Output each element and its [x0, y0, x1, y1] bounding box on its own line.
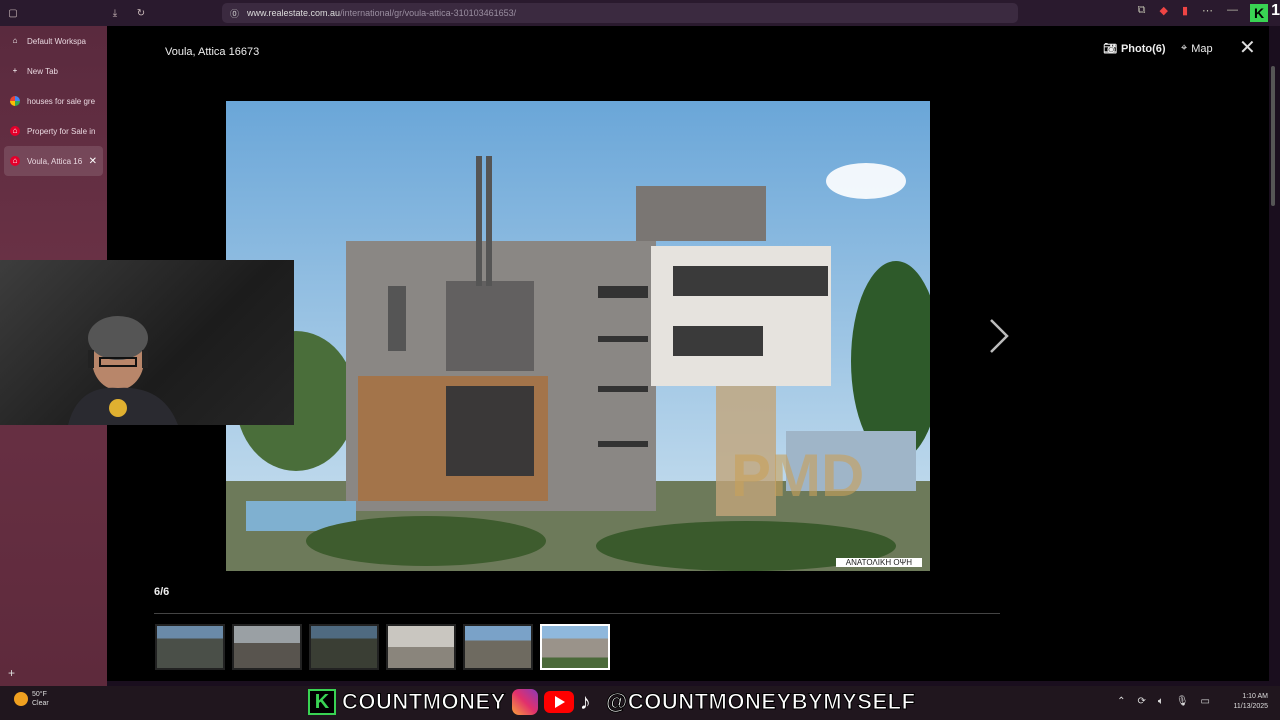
- sidebar-item-voula[interactable]: ⌂ Voula, Attica 16 ✕: [4, 146, 103, 176]
- webcam-overlay: [0, 260, 294, 425]
- realestate-icon: ⌂: [10, 126, 20, 136]
- map-tab-button[interactable]: ⌖ Map: [1181, 42, 1213, 55]
- sidebar-item-label: Property for Sale in: [27, 126, 96, 136]
- sidebar-item-workspace[interactable]: ⌂ Default Workspa: [0, 26, 107, 56]
- system-clock[interactable]: 1:10 AM 11/13/2025: [1233, 692, 1268, 712]
- extensions-icon[interactable]: ⧉: [1138, 4, 1146, 17]
- profile-icon[interactable]: ▮: [1182, 4, 1188, 17]
- sync-icon[interactable]: ⟳: [1137, 696, 1145, 707]
- plus-icon: +: [12, 66, 18, 75]
- instagram-icon: [511, 689, 538, 715]
- close-icon[interactable]: ✕: [1239, 38, 1256, 58]
- thumbnail-strip: [155, 624, 610, 670]
- realestate-icon: ⌂: [10, 156, 20, 166]
- workspace-icon: ⌂: [12, 36, 18, 45]
- url-path: /international/gr/voula-attica-310103461…: [340, 8, 517, 18]
- camera-icon: 📷︎: [1103, 43, 1117, 55]
- thumbnail[interactable]: [463, 624, 533, 670]
- system-tray: ⌃ ⟳ 🔈︎ 🎙︎ ▭: [1117, 696, 1210, 707]
- photo-counter: 6/6: [154, 586, 170, 598]
- sidebar-item-label: Voula, Attica 16: [27, 156, 83, 166]
- tiktok-icon: ♪: [579, 689, 591, 714]
- sidebar-toggle-icon[interactable]: ▢: [0, 8, 26, 19]
- brand-logo: K: [1250, 4, 1268, 22]
- site-info-icon[interactable]: ⓪: [230, 7, 239, 20]
- sidebar-item-label: houses for sale gre: [27, 96, 96, 106]
- scrollbar[interactable]: [1271, 66, 1275, 206]
- clock-date: 11/13/2025: [1233, 703, 1268, 710]
- shield-icon[interactable]: ◆: [1159, 4, 1167, 17]
- add-tab-icon[interactable]: +: [8, 666, 15, 680]
- map-tab-label: Map: [1191, 42, 1213, 55]
- thumbnail[interactable]: [386, 624, 456, 670]
- kick-logo-icon: K: [308, 689, 336, 715]
- windows-taskbar: 50°F Clear K COUNTMONEY ♪ @COUNTMONEYBYM…: [0, 686, 1280, 720]
- sidebar-item-new-tab[interactable]: + New Tab: [0, 56, 107, 86]
- clock-time: 1:10 AM: [1242, 693, 1268, 700]
- speaker-icon[interactable]: 🔈︎: [1158, 696, 1164, 707]
- thumbnail[interactable]: [309, 624, 379, 670]
- photo-caption: ΑΝΑΤΟΛΙΚΗ ΟΨΗ: [835, 558, 922, 567]
- close-tab-icon[interactable]: ✕: [89, 156, 97, 167]
- minimize-icon[interactable]: —: [1227, 4, 1238, 17]
- corner-digit: 1: [1271, 2, 1280, 19]
- window-controls: ⧉ ◆ ▮ ⋯ —: [1138, 4, 1238, 17]
- weather-sun-icon: [14, 692, 28, 706]
- banner-handle-left: COUNTMONEY: [342, 689, 506, 715]
- download-icon[interactable]: ⤓: [102, 8, 128, 19]
- network-icon[interactable]: ▭: [1201, 696, 1210, 707]
- main-photo: PMD ΑΝΑΤΟΛΙΚΗ ΟΨΗ: [226, 101, 930, 571]
- map-pin-icon: ⌖: [1181, 42, 1188, 54]
- url-host: www.realestate.com.au: [247, 8, 341, 18]
- banner-handle-right: @COUNTMONEYBYMYSELF: [605, 689, 916, 715]
- stream-banner: K COUNTMONEY ♪ @COUNTMONEYBYMYSELF: [308, 688, 916, 716]
- page-title: Voula, Attica 16673: [165, 46, 260, 58]
- sidebar-item-label: Default Workspa: [27, 36, 86, 46]
- building-render: PMD: [226, 101, 930, 571]
- address-bar[interactable]: ⓪ www.realestate.com.au/international/gr…: [222, 3, 1018, 23]
- divider: [154, 613, 1000, 614]
- thumbnail-selected[interactable]: [540, 624, 610, 670]
- streamer-avatar: [68, 316, 178, 425]
- more-icon[interactable]: ⋯: [1202, 4, 1213, 17]
- browser-toolbar: ▢ ⤓ ↻ ⓪ www.realestate.com.au/internatio…: [0, 0, 1280, 26]
- watermark-text: PMD: [731, 442, 864, 509]
- thumbnail[interactable]: [232, 624, 302, 670]
- next-arrow-icon[interactable]: [987, 318, 1011, 354]
- photo-tab-button[interactable]: 📷︎ Photo(6): [1103, 42, 1166, 56]
- youtube-icon: [543, 691, 574, 713]
- sidebar-item-property[interactable]: ⌂ Property for Sale in: [0, 116, 107, 146]
- google-icon: [10, 96, 20, 106]
- weather-condition: Clear: [32, 700, 49, 707]
- weather-temp: 50°F: [32, 691, 47, 698]
- reload-icon[interactable]: ↻: [128, 8, 154, 19]
- thumbnail[interactable]: [155, 624, 225, 670]
- weather-widget[interactable]: 50°F Clear: [14, 690, 49, 708]
- mic-icon[interactable]: 🎙︎: [1176, 696, 1189, 707]
- sidebar-item-google[interactable]: houses for sale gre: [0, 86, 107, 116]
- chevron-up-icon[interactable]: ⌃: [1117, 696, 1125, 707]
- sidebar-item-label: New Tab: [27, 66, 58, 76]
- photo-tab-label: Photo(6): [1120, 42, 1166, 55]
